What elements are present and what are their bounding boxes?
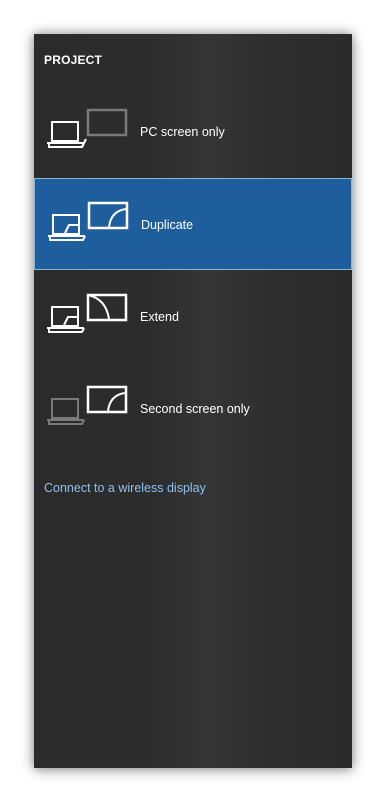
option-second-screen-only[interactable]: Second screen only — [34, 363, 352, 455]
extend-icon — [47, 293, 128, 333]
option-label: PC screen only — [140, 125, 225, 139]
option-label: Second screen only — [140, 402, 250, 416]
project-pane: PROJECT PC screen only Duplicate Extend … — [34, 34, 352, 768]
option-duplicate[interactable]: Duplicate — [34, 178, 352, 270]
connect-wireless-display-link[interactable]: Connect to a wireless display — [44, 481, 206, 495]
second-screen-only-icon — [47, 385, 128, 425]
option-pc-screen-only[interactable]: PC screen only — [34, 86, 352, 178]
option-label: Extend — [140, 310, 179, 324]
duplicate-icon — [48, 201, 129, 241]
pane-title: PROJECT — [44, 53, 103, 67]
option-label: Duplicate — [141, 218, 194, 232]
option-extend[interactable]: Extend — [34, 271, 352, 363]
pc-screen-only-icon — [47, 108, 128, 148]
